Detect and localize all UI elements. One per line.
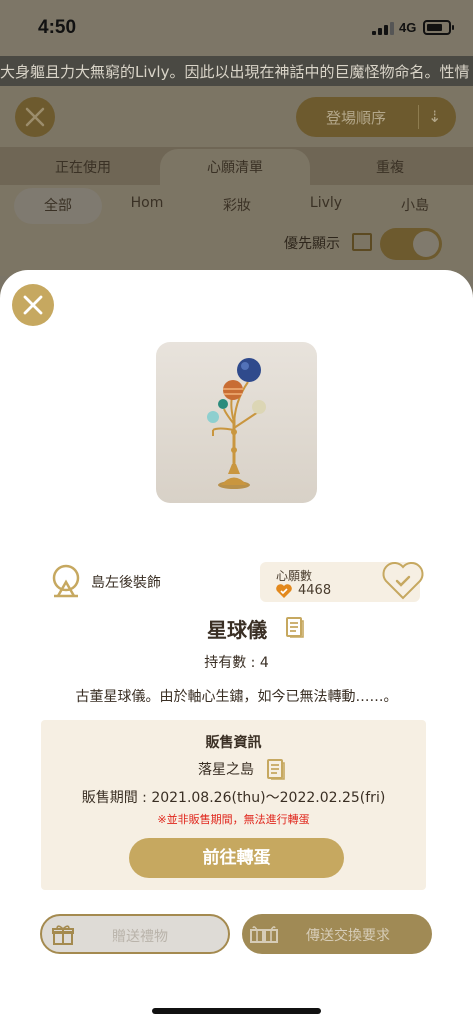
sort-icon: ⇣ — [428, 107, 442, 126]
catalog-icon[interactable] — [285, 616, 305, 642]
sale-info-panel: 販售資訊 落星之島 販售期間 : 2021.08.26(thu)～2022.02… — [41, 720, 426, 890]
status-bar: 4:50 4G — [0, 0, 473, 56]
close-icon — [25, 107, 45, 127]
trade-request-label: 傳送交換要求 — [306, 928, 390, 944]
slot-icon — [50, 563, 82, 603]
heart-check-icon — [275, 583, 293, 603]
go-to-gacha-button[interactable]: 前往轉蛋 — [129, 838, 344, 878]
tab-duplicates: 重複 — [376, 160, 404, 176]
sale-period: 販售期間 : 2021.08.26(thu)～2022.02.25(fri) — [81, 790, 386, 806]
sort-label: 登場順序 — [326, 109, 387, 127]
sort-dropdown: 登場順序 ⇣ — [296, 97, 456, 137]
gift-icon — [352, 233, 372, 251]
news-ticker: 大身軀且力大無窮的Livly。因此以出現在神話中的巨魔怪物命名。性情 — [0, 56, 473, 86]
sale-note: ※並非販售期間，無法進行轉蛋 — [157, 813, 310, 826]
slot-label: 島左後裝飾 — [91, 575, 161, 591]
home-indicator — [152, 1008, 321, 1014]
divider — [418, 105, 419, 129]
priority-toggle — [380, 228, 442, 260]
tab-in-use: 正在使用 — [55, 160, 111, 176]
category-makeup: 彩妝 — [223, 198, 251, 214]
owned-count: 持有數 : 4 — [204, 655, 269, 671]
category-hom: Hom — [130, 195, 164, 211]
gift-icon — [52, 924, 74, 950]
orrery-illustration — [207, 358, 266, 489]
network-label: 4G — [399, 20, 417, 35]
background-close-button — [15, 97, 55, 137]
category-island: 小島 — [401, 198, 429, 214]
signal-icon — [372, 22, 394, 35]
close-icon — [23, 295, 43, 315]
send-gift-label: 贈送禮物 — [112, 929, 168, 945]
clock: 4:50 — [38, 17, 77, 38]
background-categories: 全部 Hom 彩妝 Livly 小島 — [0, 185, 473, 227]
wish-title: 心願數 — [276, 569, 313, 583]
background-tabs: 正在使用 心願清單 重複 — [0, 147, 473, 187]
category-livly: Livly — [309, 195, 343, 211]
close-button[interactable] — [12, 284, 54, 326]
item-name: 星球儀 — [207, 618, 267, 642]
tab-wishlist: 心願清單 — [160, 149, 310, 187]
send-gift-button[interactable]: 贈送禮物 — [40, 914, 230, 954]
trade-request-button[interactable]: 傳送交換要求 — [242, 914, 432, 954]
item-description: 古董星球儀。由於軸心生鏽，如今已無法轉動……。 — [75, 689, 398, 705]
catalog-icon[interactable] — [266, 758, 286, 784]
wishlist-heart-button[interactable] — [380, 560, 426, 606]
ticker-text: 大身軀且力大無窮的Livly。因此以出現在神話中的巨魔怪物命名。性情 — [0, 63, 470, 81]
sale-source: 落星之島 — [198, 762, 254, 778]
priority-label: 優先顯示 — [284, 236, 340, 252]
battery-icon — [423, 20, 454, 35]
trade-gift-icon — [249, 922, 279, 948]
item-image — [156, 342, 317, 503]
wish-count: 4468 — [298, 583, 332, 598]
sale-info-title: 販售資訊 — [205, 735, 262, 751]
category-all: 全部 — [14, 188, 102, 224]
